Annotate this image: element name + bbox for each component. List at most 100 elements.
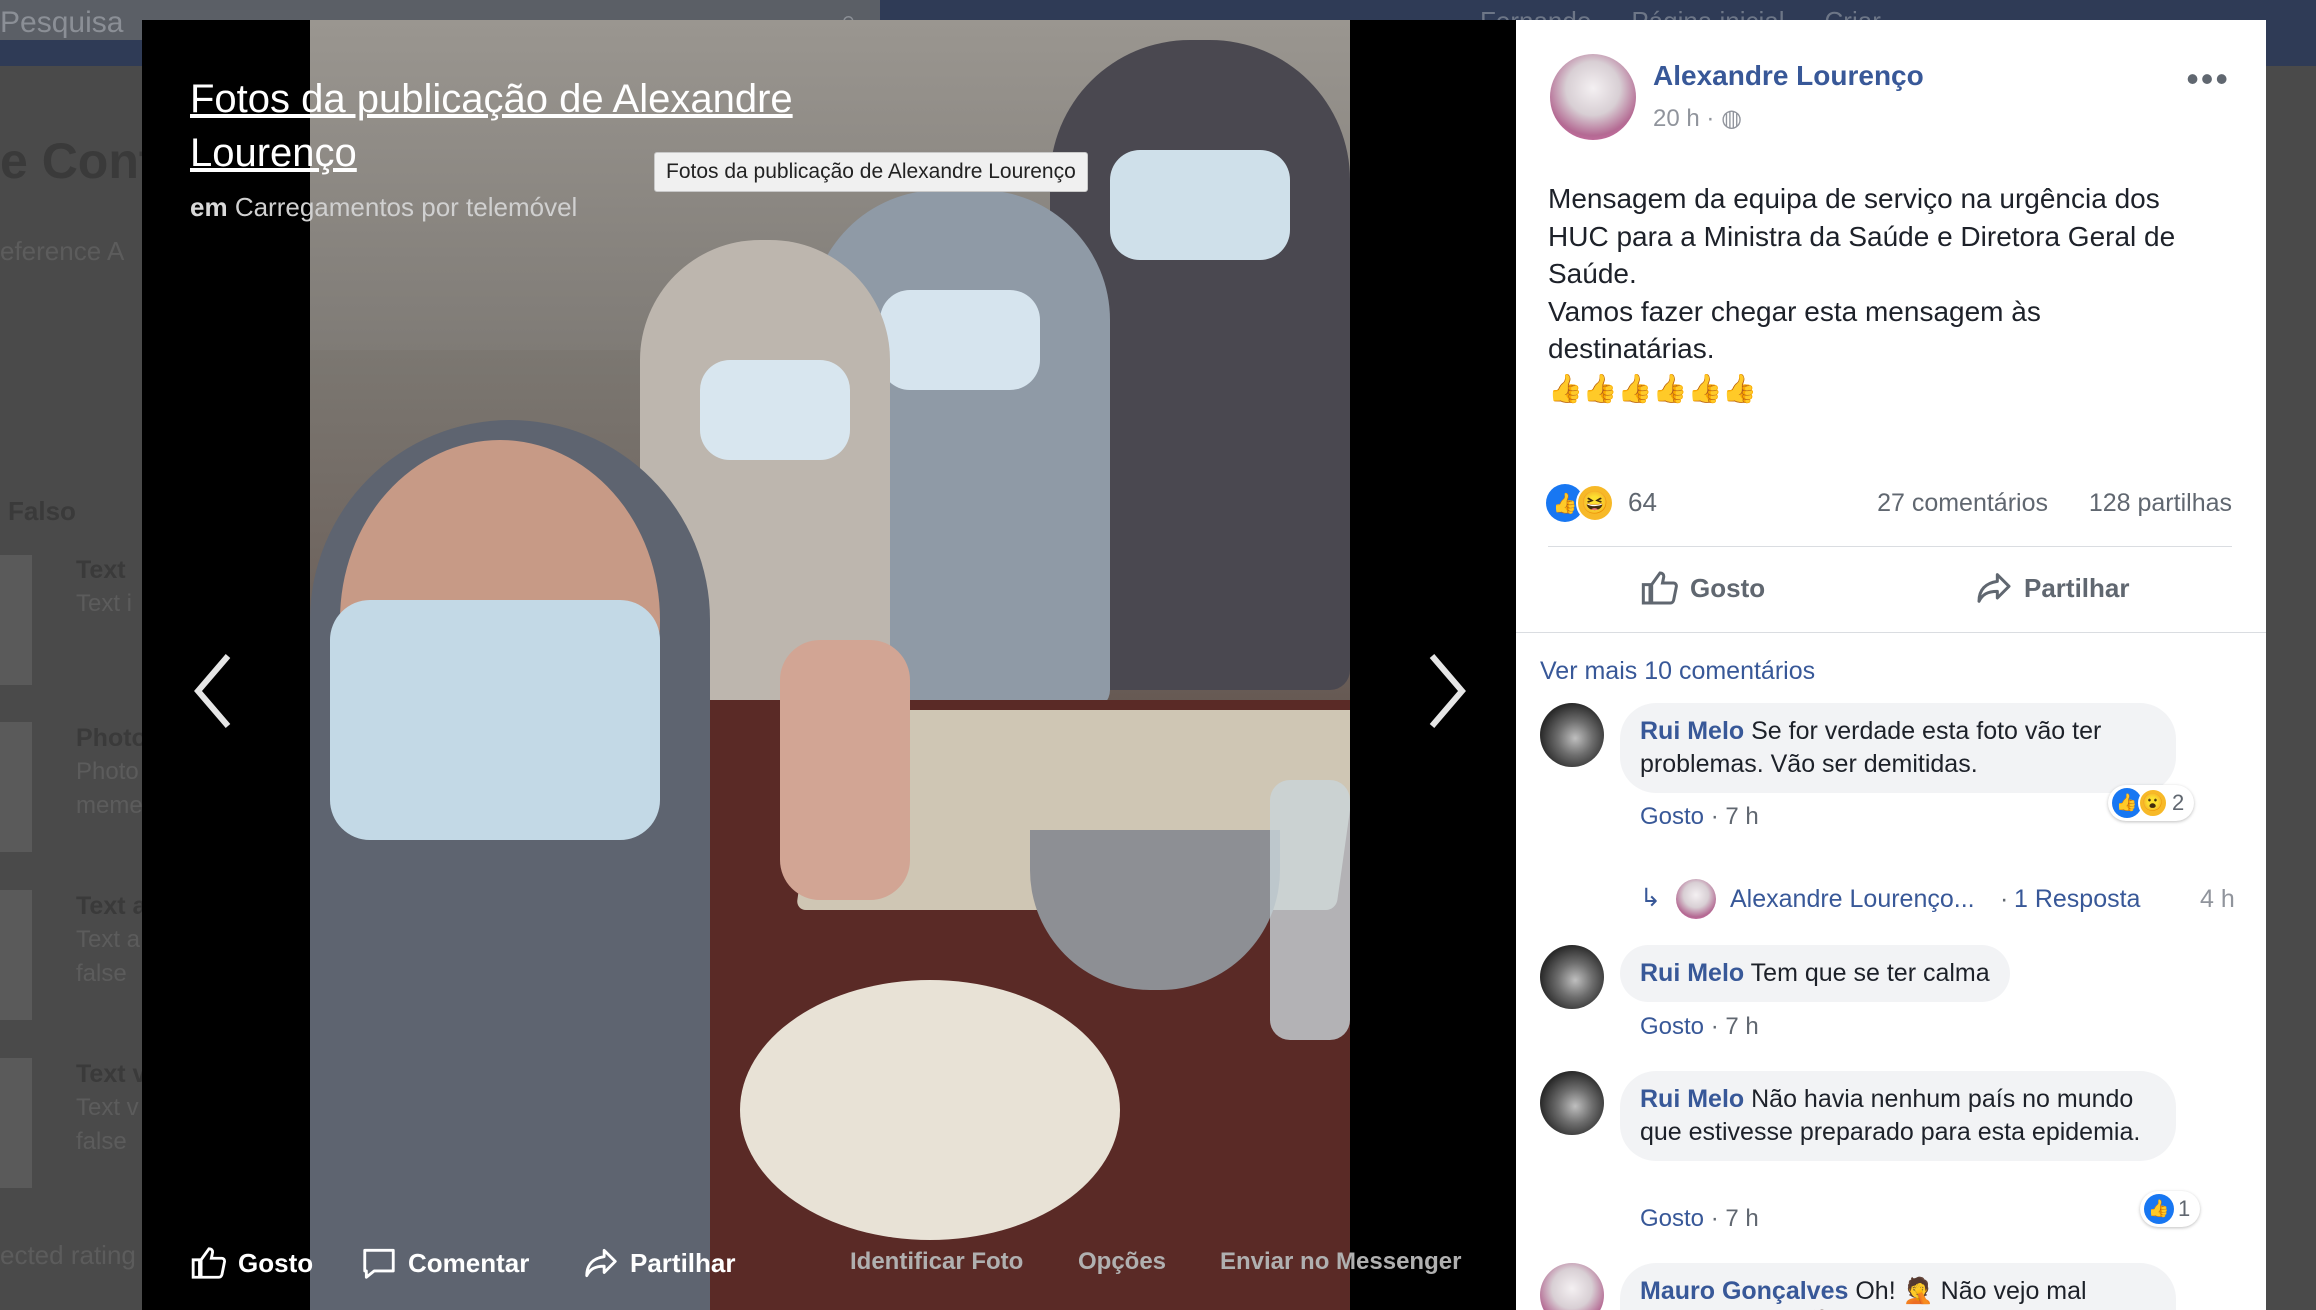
title-tooltip: Fotos da publicação de Alexandre Lourenç… <box>654 152 1088 192</box>
comment-reactions[interactable]: 👍 😮 2 <box>2108 785 2195 821</box>
post-timestamp[interactable]: 20 h · ◍ <box>1653 104 1742 133</box>
commenter-avatar[interactable] <box>1540 1263 1604 1310</box>
background-item-title: Text v <box>76 1060 147 1088</box>
chevron-left-icon <box>194 654 231 728</box>
comment-time[interactable]: 7 h <box>1725 1205 1758 1232</box>
background-thumb <box>0 555 32 685</box>
tag-photo-link[interactable]: Identificar Foto <box>850 1248 1023 1276</box>
photo-action-bar: Gosto Comentar Partilhar Identificar Fot… <box>142 1226 1516 1296</box>
comment-item: Rui Melo Tem que se ter calma Gosto · 7 … <box>1540 945 2246 1055</box>
photo-share-button[interactable]: Partilhar <box>582 1244 736 1282</box>
photo-like-button[interactable]: Gosto <box>190 1244 313 1282</box>
view-more-comments-link[interactable]: Ver mais 10 comentários <box>1540 657 1815 686</box>
comment-like-link[interactable]: Gosto <box>1640 803 1704 830</box>
post-header: Alexandre Lourenço 20 h · ◍ ••• <box>1550 54 2246 144</box>
background-heading: e Cont <box>0 133 156 189</box>
background-item-title: Text a <box>76 892 147 920</box>
photo-comment-label: Comentar <box>408 1247 530 1278</box>
comment-time[interactable]: 7 h <box>1725 1013 1758 1040</box>
comment-icon <box>363 1248 395 1279</box>
comment-reaction-count: 2 <box>2172 790 2185 815</box>
background-item-title: Text <box>76 556 126 584</box>
comment-item: Rui Melo Se for verdade esta foto vão te… <box>1540 703 2246 863</box>
photo-like-label: Gosto <box>238 1247 314 1278</box>
comment-item: Rui Melo Não havia nenhum país no mundo … <box>1540 1071 2246 1271</box>
reply-time: 4 h <box>2200 885 2235 913</box>
photo-hand <box>780 640 910 900</box>
background-thumb <box>0 722 32 852</box>
post-like-button[interactable]: Gosto <box>1640 568 1765 608</box>
next-photo-button[interactable] <box>1414 636 1474 746</box>
reactions-summary[interactable]: 👍 😆 64 27 comentários 128 partilhas <box>1546 480 2232 524</box>
post-time-text: 20 h <box>1653 105 1700 132</box>
comment-meta: Gosto · 7 h <box>1640 1013 1759 1041</box>
photo-album-subtitle: em Carregamentos por telemóvel <box>190 192 577 223</box>
thumbs-up-icon <box>1641 571 1678 605</box>
comment-bubble: Rui Melo Se for verdade esta foto vão te… <box>1620 703 2176 793</box>
reaction-count: 64 <box>1628 487 1657 517</box>
shares-count-link[interactable]: 128 partilhas <box>2089 489 2232 518</box>
background-section-label: Falso <box>8 496 76 526</box>
post-share-label: Partilhar <box>2024 572 2130 603</box>
subtitle-prefix: em <box>190 192 228 222</box>
background-item-text: false <box>76 960 127 987</box>
commenter-avatar[interactable] <box>1540 1071 1604 1135</box>
reply-author[interactable]: Alexandre Lourenço... <box>1730 885 1975 914</box>
background-item-text: meme <box>76 792 143 819</box>
comment-time[interactable]: 7 h <box>1725 803 1758 830</box>
more-options-button[interactable]: ••• <box>2186 58 2230 100</box>
wow-reaction-icon: 😮 <box>2138 788 2168 818</box>
background-item-text: false <box>76 1128 127 1155</box>
background-subtitle: eference A <box>0 236 125 266</box>
background-item-text: Text v <box>76 1094 139 1121</box>
previous-photo-button[interactable] <box>186 636 246 746</box>
commenter-name[interactable]: Rui Melo <box>1640 717 1744 745</box>
reply-summary[interactable]: ↳ Alexandre Lourenço... · 1 Resposta 4 h <box>1640 879 2250 923</box>
album-link[interactable]: Carregamentos por telemóvel <box>235 192 578 222</box>
post-text-line: Saúde. <box>1548 258 1637 289</box>
comment-like-link[interactable]: Gosto <box>1640 1013 1704 1040</box>
author-name[interactable]: Alexandre Lourenço <box>1653 60 1924 92</box>
photo-mask <box>700 360 850 460</box>
share-icon <box>585 1248 617 1278</box>
separator-dot: · <box>1706 105 1722 132</box>
photo-mask <box>880 290 1040 390</box>
commenter-name[interactable]: Mauro Gonçalves <box>1640 1277 1848 1305</box>
photo-comment-button[interactable]: Comentar <box>360 1244 529 1282</box>
comment-reaction-count: 1 <box>2178 1196 2191 1221</box>
commenter-name[interactable]: Rui Melo <box>1640 1085 1744 1113</box>
comment-item: Mauro Gonçalves Oh! 🤦 Não vejo mal algum… <box>1540 1263 2246 1310</box>
commenter-avatar[interactable] <box>1540 945 1604 1009</box>
author-avatar[interactable] <box>1550 54 1636 140</box>
separator-dot: · <box>2000 885 2009 913</box>
haha-reaction-icon: 😆 <box>1576 484 1614 522</box>
divider <box>1548 546 2232 547</box>
post-text: Mensagem da equipa de serviço na urgênci… <box>1548 180 2248 407</box>
post-like-label: Gosto <box>1690 572 1766 603</box>
post-text-line: destinatárias. <box>1548 333 1715 364</box>
comment-meta: Gosto · 7 h <box>1640 1205 1759 1233</box>
background-item-text: Photo <box>76 758 139 785</box>
post-emojis: 👍👍👍👍👍👍 <box>1548 372 1758 404</box>
post-text-line: Vamos fazer chegar esta mensagem às <box>1548 295 2041 327</box>
comment-reactions[interactable]: 👍 1 <box>2140 1191 2201 1227</box>
post-actions: Gosto Partilhar <box>1516 558 2266 624</box>
thumbs-up-icon <box>191 1247 226 1279</box>
photo-plate <box>740 980 1120 1240</box>
post-text-line: Mensagem da equipa de serviço na urgênci… <box>1548 183 2160 214</box>
comment-bubble: Rui Melo Tem que se ter calma <box>1620 945 2010 1002</box>
photo-lightbox: Fotos da publicação de Alexandre Lourenç… <box>142 20 1516 1310</box>
background-thumb <box>0 890 32 1020</box>
send-in-messenger-link[interactable]: Enviar no Messenger <box>1220 1248 1461 1276</box>
commenter-avatar[interactable] <box>1540 703 1604 767</box>
commenter-name[interactable]: Rui Melo <box>1640 959 1744 987</box>
post-text-line: HUC para a Ministra da Saúde e Diretora … <box>1548 220 2176 252</box>
post-share-button[interactable]: Partilhar <box>1974 568 2130 608</box>
options-link[interactable]: Opções <box>1078 1248 1166 1276</box>
like-reaction-icon: 👍 <box>2144 1194 2174 1224</box>
comments-count-link[interactable]: 27 comentários <box>1877 489 2048 518</box>
comments-section: Ver mais 10 comentários Rui Melo Se for … <box>1516 633 2266 1310</box>
reply-count-link[interactable]: 1 Resposta <box>2014 885 2140 914</box>
comment-like-link[interactable]: Gosto <box>1640 1205 1704 1232</box>
reply-author-avatar <box>1676 879 1716 919</box>
